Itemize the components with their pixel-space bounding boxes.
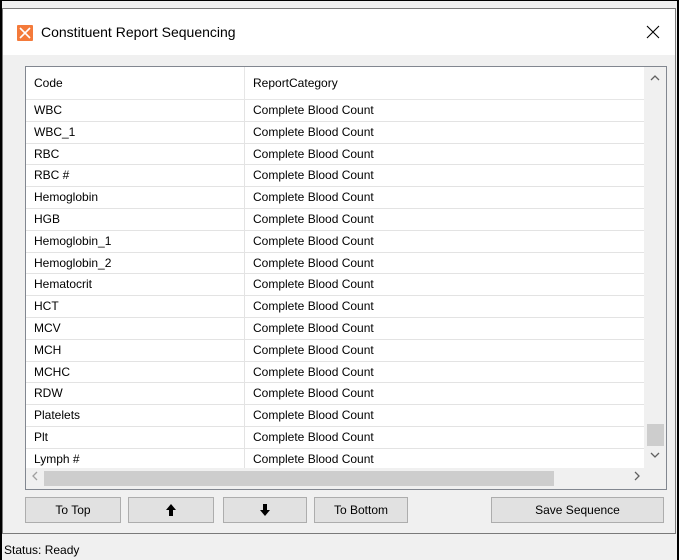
- table-row[interactable]: HGB Complete Blood Count: [26, 208, 644, 231]
- move-up-button[interactable]: [128, 497, 214, 523]
- table-row[interactable]: MCV Complete Blood Count: [26, 317, 644, 340]
- scroll-right-icon[interactable]: [630, 471, 644, 486]
- status-bar: Status: Ready: [2, 534, 676, 560]
- report-category-cell[interactable]: Complete Blood Count: [245, 340, 644, 361]
- report-category-cell[interactable]: Complete Blood Count: [245, 209, 644, 230]
- to-bottom-button[interactable]: To Bottom: [314, 497, 408, 523]
- report-category-cell[interactable]: Complete Blood Count: [245, 122, 644, 143]
- report-category-cell[interactable]: Complete Blood Count: [245, 427, 644, 448]
- grid-rows: WBC Complete Blood Count WBC_1 Complete Blo…: [26, 100, 644, 471]
- grid-header: Code ReportCategory: [26, 67, 644, 100]
- report-category-cell[interactable]: Complete Blood Count: [245, 144, 644, 165]
- table-row[interactable]: WBC Complete Blood Count: [26, 100, 644, 122]
- code-cell[interactable]: WBC_1: [26, 121, 245, 143]
- move-down-button[interactable]: [223, 497, 307, 523]
- dialog-window: Constituent Report Sequencing Code Repor…: [2, 8, 676, 534]
- report-category-cell[interactable]: Complete Blood Count: [245, 100, 644, 121]
- close-icon: [646, 25, 660, 39]
- horizontal-scroll-thumb[interactable]: [44, 471, 554, 486]
- arrow-up-icon: [166, 504, 176, 516]
- table-row[interactable]: Hemoglobin_2 Complete Blood Count: [26, 252, 644, 275]
- table-row[interactable]: WBC_1 Complete Blood Count: [26, 121, 644, 144]
- code-cell[interactable]: HCT: [26, 296, 245, 318]
- code-cell[interactable]: Hemoglobin: [26, 187, 245, 209]
- code-cell[interactable]: Hemoglobin_2: [26, 252, 245, 274]
- status-text: Status: Ready: [4, 543, 80, 557]
- report-category-cell[interactable]: Complete Blood Count: [245, 187, 644, 208]
- table-row[interactable]: Plt Complete Blood Count: [26, 426, 644, 449]
- table-row[interactable]: Platelets Complete Blood Count: [26, 405, 644, 427]
- horizontal-scrollbar[interactable]: [26, 468, 646, 489]
- table-row[interactable]: RDW Complete Blood Count: [26, 383, 644, 406]
- window-title: Constituent Report Sequencing: [41, 24, 236, 40]
- close-button[interactable]: [631, 9, 675, 55]
- scroll-up-icon[interactable]: [644, 73, 666, 87]
- scroll-left-icon[interactable]: [28, 471, 42, 486]
- code-cell[interactable]: Hematocrit: [26, 274, 245, 296]
- report-category-cell[interactable]: Complete Blood Count: [245, 231, 644, 252]
- save-sequence-button[interactable]: Save Sequence: [491, 497, 664, 523]
- app-logo-icon: [17, 25, 33, 41]
- table-row[interactable]: RBC Complete Blood Count: [26, 143, 644, 166]
- vertical-scrollbar[interactable]: [644, 67, 666, 468]
- code-cell[interactable]: MCH: [26, 339, 245, 361]
- column-header-report-category[interactable]: ReportCategory: [245, 67, 644, 99]
- arrow-down-icon: [260, 504, 270, 516]
- code-cell[interactable]: Plt: [26, 426, 245, 448]
- scroll-down-icon[interactable]: [644, 450, 666, 464]
- report-category-cell[interactable]: Complete Blood Count: [245, 165, 644, 186]
- report-category-cell[interactable]: Complete Blood Count: [245, 383, 644, 404]
- code-cell[interactable]: HGB: [26, 208, 245, 230]
- title-bar: Constituent Report Sequencing: [3, 9, 675, 55]
- code-cell[interactable]: RBC #: [26, 165, 245, 187]
- code-cell[interactable]: RBC: [26, 143, 245, 165]
- report-category-cell[interactable]: Complete Blood Count: [245, 253, 644, 274]
- code-cell[interactable]: MCV: [26, 317, 245, 339]
- table-row[interactable]: Hemoglobin Complete Blood Count: [26, 187, 644, 209]
- code-cell[interactable]: Hemoglobin_1: [26, 230, 245, 252]
- to-top-button[interactable]: To Top: [25, 497, 121, 523]
- code-cell[interactable]: RDW: [26, 383, 245, 405]
- code-cell[interactable]: MCHC: [26, 361, 245, 383]
- report-category-cell[interactable]: Complete Blood Count: [245, 318, 644, 339]
- table-row[interactable]: Hemoglobin_1 Complete Blood Count: [26, 230, 644, 253]
- report-category-cell[interactable]: Complete Blood Count: [245, 405, 644, 426]
- table-row[interactable]: MCH Complete Blood Count: [26, 339, 644, 362]
- code-cell[interactable]: WBC: [26, 100, 245, 121]
- report-category-cell[interactable]: Complete Blood Count: [245, 274, 644, 295]
- report-category-cell[interactable]: Complete Blood Count: [245, 449, 644, 470]
- code-cell[interactable]: Platelets: [26, 405, 245, 427]
- vertical-scroll-thumb[interactable]: [647, 424, 664, 446]
- report-category-cell[interactable]: Complete Blood Count: [245, 296, 644, 317]
- table-row[interactable]: RBC # Complete Blood Count: [26, 165, 644, 188]
- code-cell[interactable]: Lymph #: [26, 448, 245, 470]
- report-category-cell[interactable]: Complete Blood Count: [245, 362, 644, 383]
- table-row[interactable]: Hematocrit Complete Blood Count: [26, 274, 644, 297]
- column-header-code[interactable]: Code: [26, 67, 245, 99]
- constituent-grid[interactable]: Code ReportCategory WBC Complete Blood Co…: [25, 66, 667, 490]
- scrollbar-corner: [644, 468, 666, 489]
- table-row[interactable]: HCT Complete Blood Count: [26, 296, 644, 318]
- table-row[interactable]: MCHC Complete Blood Count: [26, 361, 644, 384]
